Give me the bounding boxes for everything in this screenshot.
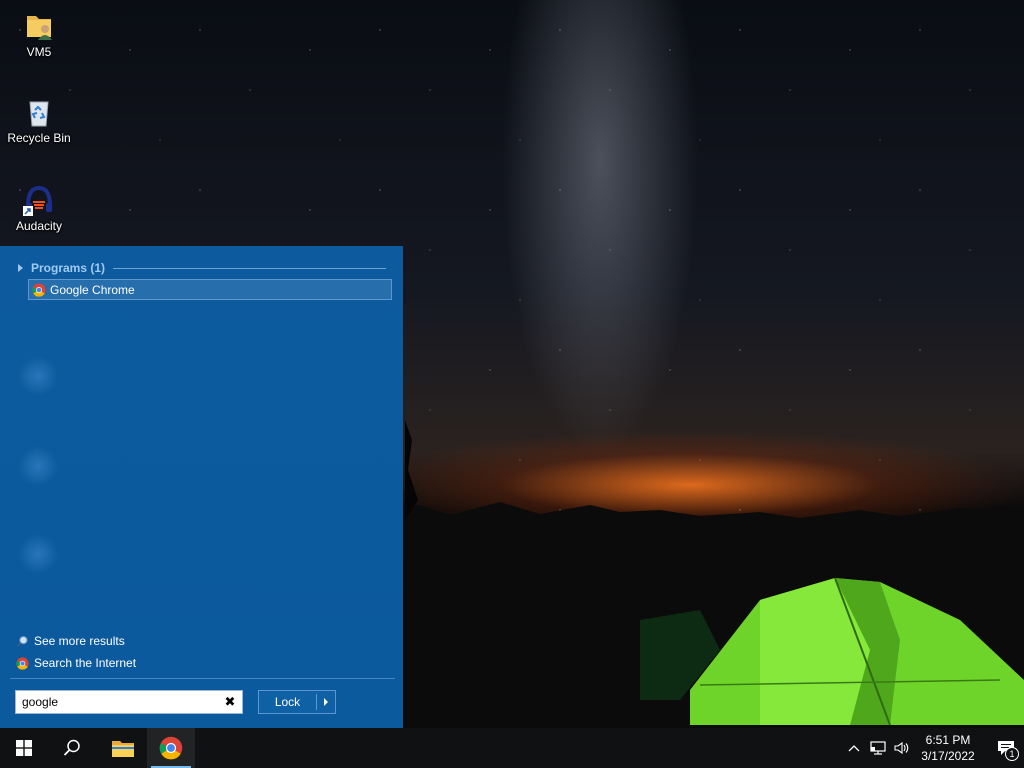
lock-button-label: Lock xyxy=(274,695,301,709)
user-folder-icon xyxy=(23,10,55,42)
desktop-icon-label: Recycle Bin xyxy=(7,131,71,145)
clock-time: 6:51 PM xyxy=(925,733,971,747)
lock-button[interactable]: Lock xyxy=(258,690,336,714)
blurred-tile-icon xyxy=(18,446,58,486)
see-more-results-link[interactable]: See more results xyxy=(16,634,125,648)
result-label: Google Chrome xyxy=(50,282,135,297)
power-options-chevron-icon[interactable] xyxy=(317,698,335,706)
desktop-icon-audacity[interactable]: Audacity xyxy=(1,184,77,233)
start-search-box[interactable]: ✖ xyxy=(15,690,243,714)
start-button[interactable] xyxy=(0,728,48,768)
taskbar: 6:51 PM 3/17/2022 1 xyxy=(0,728,1024,768)
programs-section-header[interactable]: Programs (1) xyxy=(16,260,386,276)
audacity-icon xyxy=(23,184,55,216)
folder-icon xyxy=(112,741,134,757)
desktop-icon-label: Audacity xyxy=(15,219,63,233)
action-center-button[interactable]: 1 xyxy=(988,728,1024,768)
search-result-google-chrome[interactable]: Google Chrome xyxy=(28,279,392,300)
windows-logo-icon xyxy=(16,740,32,756)
start-menu: Programs (1) Google Chrome See more resu… xyxy=(0,246,403,728)
speaker-icon xyxy=(894,741,909,755)
file-explorer-button[interactable] xyxy=(99,728,147,768)
magnifier-icon xyxy=(16,635,28,647)
search-internet-link[interactable]: Search the Internet xyxy=(16,656,136,670)
chrome-icon xyxy=(32,282,46,297)
search-internet-label: Search the Internet xyxy=(34,656,137,670)
network-icon xyxy=(870,741,886,755)
blurred-tile-icon xyxy=(18,534,58,574)
programs-header-label: Programs (1) xyxy=(31,261,106,275)
desktop-icon-recycle-bin[interactable]: Recycle Bin xyxy=(1,96,77,145)
clock-date: 3/17/2022 xyxy=(921,749,975,763)
system-tray: 6:51 PM 3/17/2022 1 xyxy=(842,728,1024,768)
blurred-tile-icon xyxy=(18,356,58,396)
chrome-taskbar-button[interactable] xyxy=(147,728,195,768)
desktop-icon-label: VM5 xyxy=(26,45,52,59)
recycle-bin-icon xyxy=(23,96,55,128)
start-menu-separator xyxy=(10,678,395,679)
notification-count-badge: 1 xyxy=(1005,747,1019,761)
taskbar-search-button[interactable] xyxy=(48,728,96,768)
section-rule xyxy=(113,267,386,269)
volume-button[interactable] xyxy=(890,728,914,768)
chevron-up-icon xyxy=(848,745,860,752)
network-button[interactable] xyxy=(866,728,890,768)
clear-search-icon[interactable]: ✖ xyxy=(222,694,238,710)
see-more-label: See more results xyxy=(34,634,125,648)
search-icon xyxy=(63,739,80,756)
chrome-icon xyxy=(159,736,183,760)
chrome-icon xyxy=(16,656,29,670)
start-search-input[interactable] xyxy=(22,695,222,709)
show-hidden-icons-button[interactable] xyxy=(842,728,866,768)
clock[interactable]: 6:51 PM 3/17/2022 xyxy=(914,732,982,764)
desktop-icon-vm5[interactable]: VM5 xyxy=(1,10,77,59)
expand-arrow-icon xyxy=(18,264,23,272)
